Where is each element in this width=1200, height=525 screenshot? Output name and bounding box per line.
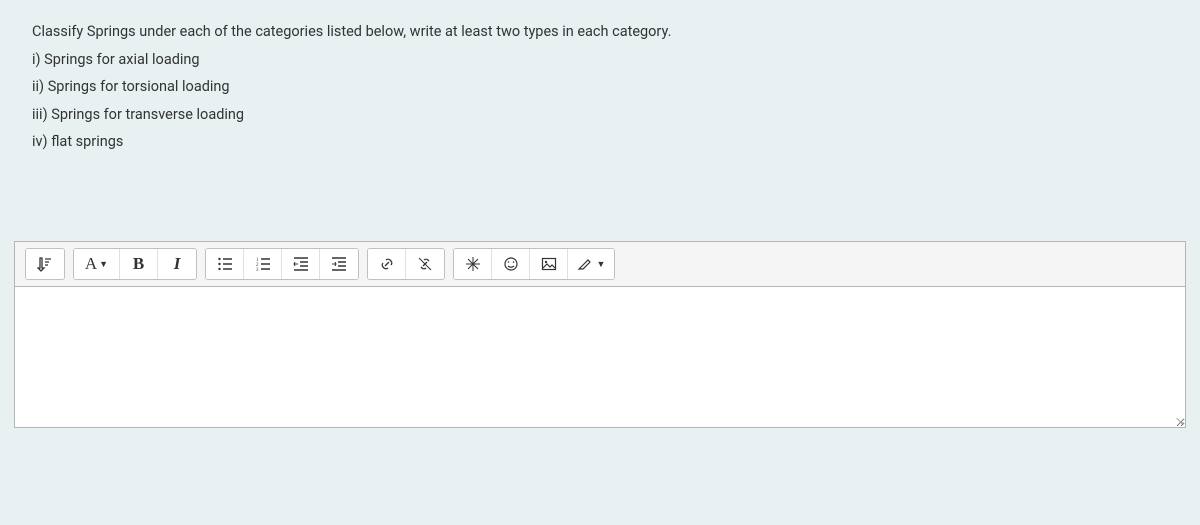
chevron-down-icon: ▼ — [99, 259, 108, 269]
svg-text:3: 3 — [256, 268, 259, 272]
brush-icon — [577, 256, 593, 272]
editor-textarea[interactable] — [15, 287, 1185, 427]
editor-toolbar: A ▼ B I — [15, 242, 1185, 287]
toolbar-group-expand — [25, 248, 65, 280]
rich-text-editor: A ▼ B I — [14, 241, 1186, 428]
unordered-list-icon — [217, 256, 233, 272]
bold-button[interactable]: B — [120, 249, 158, 279]
highlighter-button[interactable]: ▼ — [568, 249, 614, 279]
toolbar-group-font: A ▼ B I — [73, 248, 197, 280]
toolbar-group-insert: ▼ — [453, 248, 615, 280]
indent-button[interactable] — [320, 249, 358, 279]
insert-image-button[interactable] — [530, 249, 568, 279]
snowflake-icon — [465, 256, 481, 272]
toolbar-group-lists: 1 2 3 — [205, 248, 359, 280]
toolbar-group-link — [367, 248, 445, 280]
question-prompt-area: Classify Springs under each of the categ… — [14, 10, 1186, 156]
expand-icon — [37, 256, 53, 272]
font-color-icon: A — [85, 254, 97, 274]
question-item-3: iii) Springs for transverse loading — [32, 101, 1168, 129]
outdent-icon — [293, 256, 309, 272]
image-icon — [541, 256, 557, 272]
unlink-icon — [417, 256, 433, 272]
remove-link-button[interactable] — [406, 249, 444, 279]
unordered-list-button[interactable] — [206, 249, 244, 279]
smiley-icon — [503, 256, 519, 272]
italic-icon: I — [174, 254, 181, 274]
chevron-down-icon: ▼ — [597, 259, 606, 269]
link-icon — [379, 256, 395, 272]
question-item-1: i) Springs for axial loading — [32, 46, 1168, 74]
expand-button[interactable] — [26, 249, 64, 279]
resize-handle[interactable] — [1171, 413, 1185, 427]
snowflake-button[interactable] — [454, 249, 492, 279]
question-item-4: iv) flat springs — [32, 128, 1168, 156]
italic-button[interactable]: I — [158, 249, 196, 279]
bold-icon: B — [133, 254, 144, 274]
ordered-list-icon: 1 2 3 — [255, 256, 271, 272]
outdent-button[interactable] — [282, 249, 320, 279]
ordered-list-button[interactable]: 1 2 3 — [244, 249, 282, 279]
insert-link-button[interactable] — [368, 249, 406, 279]
font-color-button[interactable]: A ▼ — [74, 249, 120, 279]
emoji-button[interactable] — [492, 249, 530, 279]
indent-icon — [331, 256, 347, 272]
question-item-2: ii) Springs for torsional loading — [32, 73, 1168, 101]
question-prompt: Classify Springs under each of the categ… — [32, 18, 1168, 46]
